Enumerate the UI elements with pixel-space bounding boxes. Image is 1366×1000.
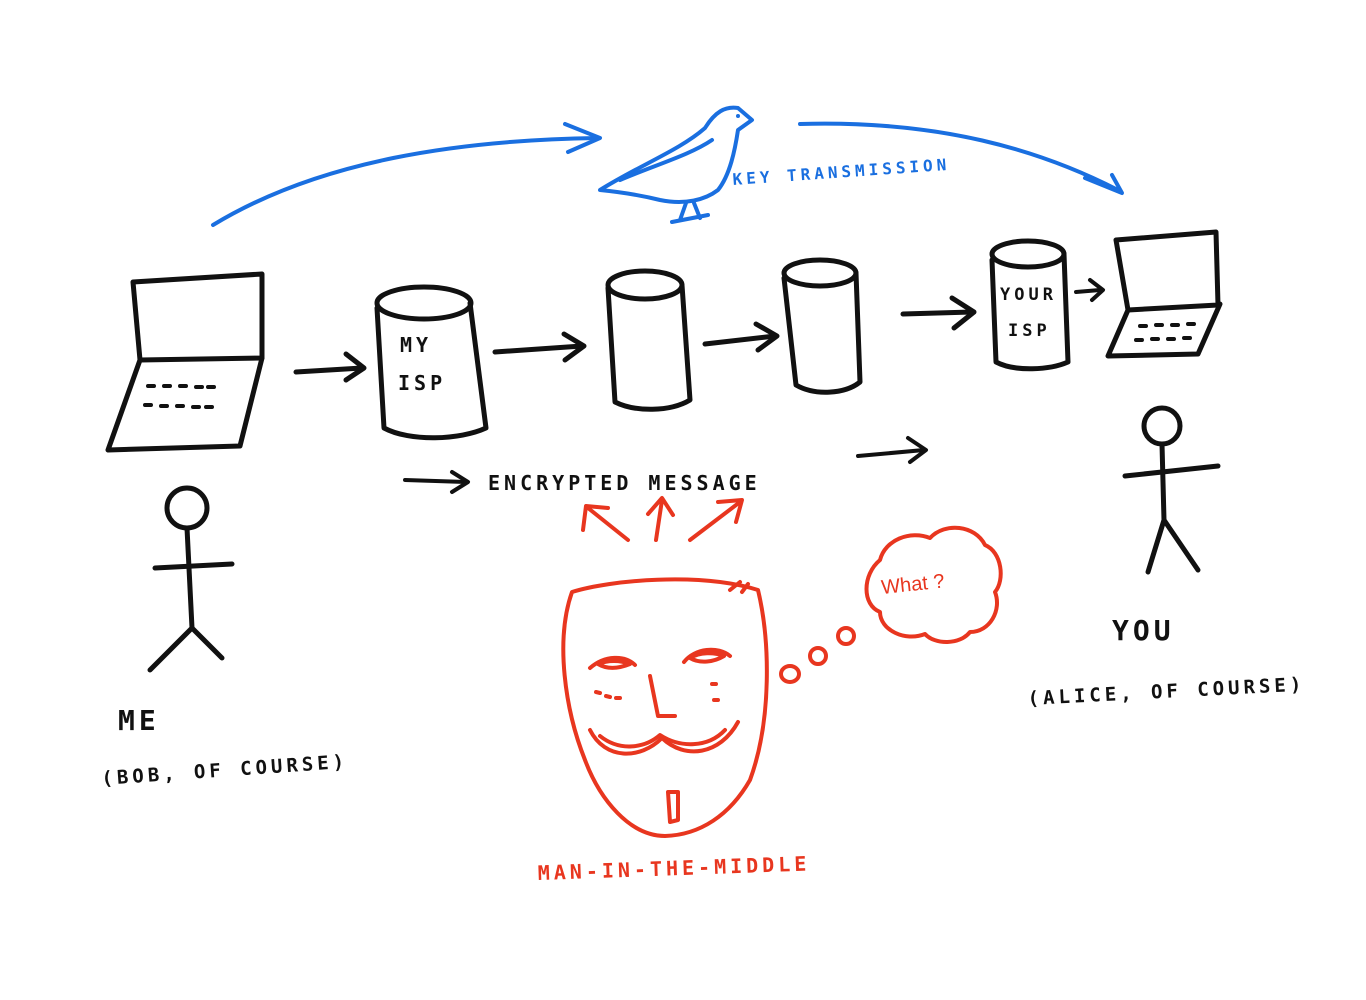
intercept-arrows — [581, 496, 744, 542]
key-transmission-path — [211, 121, 1124, 227]
server-icon — [781, 257, 863, 395]
attacker-thought: What ? — [880, 570, 945, 599]
bird-icon — [598, 105, 754, 224]
your-isp-label-line1: YOUR — [1000, 285, 1057, 305]
encrypted-message-arrow-right — [856, 436, 928, 464]
encrypted-message-arrow-left — [403, 470, 470, 494]
guy-fawkes-mask-icon — [561, 577, 769, 838]
receiver-name: YOU — [1112, 614, 1175, 647]
sender-laptop-icon — [105, 271, 265, 453]
my-isp-label-line2: ISP — [398, 371, 446, 395]
flow-arrow-1 — [293, 351, 367, 383]
receiver-stick-figure-icon — [1122, 405, 1221, 575]
your-isp-label-line2: ISP — [1008, 321, 1051, 341]
flow-arrow-4 — [900, 295, 977, 331]
my-isp-label-line1: MY — [400, 333, 432, 357]
encrypted-message-label: ENCRYPTED MESSAGE — [488, 471, 761, 495]
thought-bubbles — [779, 626, 856, 684]
attacker-name: MAN-IN-THE-MIDDLE — [537, 851, 810, 885]
key-transmission-label: KEY TRANSMISSION — [732, 155, 951, 189]
key-arc-left — [211, 136, 600, 227]
flow-arrow-3 — [702, 321, 780, 353]
receiver-laptop-icon — [1105, 229, 1223, 359]
mitm-diagram: KEY TRANSMISSION MY ISP YOUR ISP ENCRYPT… — [101, 105, 1306, 885]
sender-detail: (BOB, OF COURSE) — [101, 751, 349, 790]
flow-arrow-2 — [492, 331, 587, 363]
sender-name: ME — [118, 704, 160, 737]
server-icon — [605, 268, 693, 412]
receiver-detail: (ALICE, OF COURSE) — [1027, 673, 1306, 710]
my-isp-server-icon — [374, 284, 489, 441]
sender-stick-figure-icon — [147, 485, 235, 673]
flow-arrow-5 — [1074, 278, 1105, 302]
